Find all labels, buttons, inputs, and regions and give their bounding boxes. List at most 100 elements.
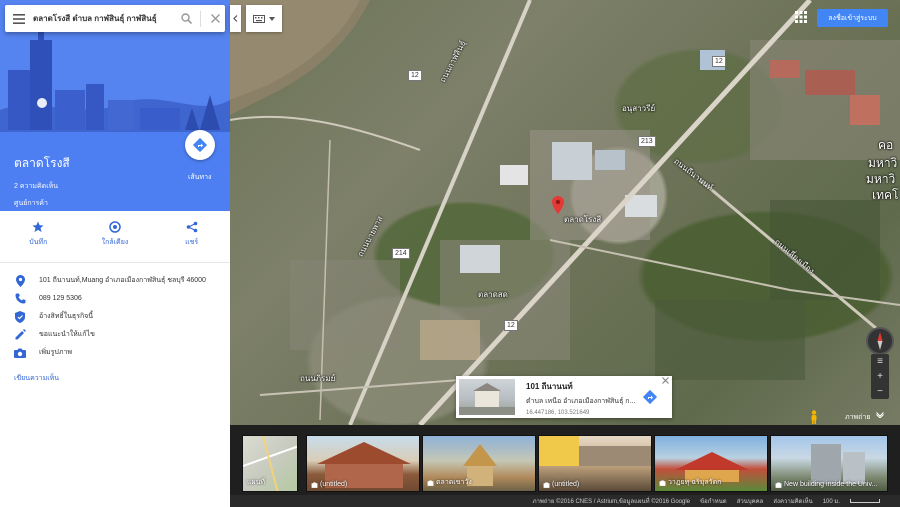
- camera-icon: [543, 481, 550, 488]
- clear-search-button[interactable]: [205, 14, 225, 23]
- map-pin[interactable]: [552, 196, 564, 219]
- satellite-map[interactable]: ถนนกาฬสินธุ์ ถนนบายพาส อนุสาวรีย์ ตลาดสด…: [230, 0, 900, 425]
- filmstrip-item[interactable]: แผนที่: [242, 435, 298, 492]
- filmstrip-item[interactable]: วาฏยทุ ฉริมุลวัดก: [654, 435, 768, 492]
- expand-filmstrip-button[interactable]: [876, 411, 884, 420]
- pencil-icon: [14, 329, 26, 341]
- address-row[interactable]: 101 ถีนานนท์,Muang อำเภอเมืองกาฬสินธุ์ ช…: [0, 272, 230, 289]
- share-icon: [186, 221, 197, 233]
- streetview-image: [459, 383, 515, 415]
- filmstrip-caption: ตลาดเขาวัง: [427, 477, 472, 488]
- filmstrip-item[interactable]: (untitled): [306, 435, 420, 492]
- tilt-button[interactable]: ≡: [871, 354, 889, 369]
- write-review-link[interactable]: เขียนความเห็น: [0, 373, 230, 384]
- search-icon: [180, 13, 192, 24]
- filmstrip-caption: แผนที่: [247, 479, 266, 486]
- claim-business-text: อ้างสิทธิ์ในธุรกิจนี้: [39, 313, 94, 320]
- suggest-edit-text: ขอแนะนำให้แก้ไข: [39, 331, 95, 338]
- sign-in-button[interactable]: ลงชื่อเข้าสู่ระบบ: [817, 9, 888, 27]
- map-edge-label: คอ: [878, 138, 894, 152]
- filmstrip-caption-text: วาฏยทุ ฉริมุลวัดก: [668, 479, 722, 486]
- apps-grid-icon: [795, 11, 807, 23]
- map-road-label: ถนนภิรมย์: [300, 374, 336, 383]
- close-icon: [662, 377, 669, 384]
- nearby-label: ใกล้เคียง: [101, 239, 129, 246]
- location-pin-icon: [552, 196, 564, 214]
- filmstrip-caption: (untitled): [543, 481, 579, 488]
- phone-row[interactable]: 089 129 5306: [0, 290, 230, 307]
- menu-button[interactable]: [5, 13, 33, 24]
- scale-bar: [850, 499, 880, 503]
- place-info: 101 ถีนานนท์,Muang อำเภอเมืองกาฬสินธุ์ ช…: [0, 263, 230, 384]
- layers-button[interactable]: [246, 5, 282, 32]
- camera-icon: [659, 479, 666, 486]
- address-text: 101 ถีนานนท์,Muang อำเภอเมืองกาฬสินธุ์ ช…: [39, 277, 206, 284]
- shield-icon: [14, 310, 26, 323]
- place-category: ศูนย์การค้า: [14, 200, 48, 207]
- zoom-controls: ≡ + −: [871, 354, 889, 399]
- nearby-button[interactable]: ใกล้เคียง: [85, 221, 145, 262]
- camera-icon: [311, 481, 318, 488]
- filmstrip-caption: New building inside the Univ...: [775, 481, 877, 488]
- claim-business-row[interactable]: อ้างสิทธิ์ในธุรกิจนี้: [0, 308, 230, 325]
- directions-button[interactable]: [185, 130, 215, 160]
- terms-link[interactable]: ข้อกำหนด: [700, 496, 727, 506]
- filmstrip-caption-text: (untitled): [320, 481, 348, 488]
- suggest-edit-row[interactable]: ขอแนะนำให้แก้ไข: [0, 326, 230, 343]
- filmstrip-caption: (untitled): [311, 481, 347, 488]
- filmstrip-item[interactable]: (untitled): [538, 435, 652, 492]
- scale-label[interactable]: 100 ม.: [823, 496, 840, 506]
- feedback-link[interactable]: ส่งความคิดเห็น: [773, 496, 812, 506]
- place-card-coords: 16.447186, 103.521649: [526, 410, 590, 416]
- filmstrip-caption: วาฏยทุ ฉริมุลวัดก: [659, 477, 721, 488]
- directions-icon: [642, 389, 658, 405]
- map-poi-label: อนุสาวรีย์: [622, 104, 656, 113]
- search-divider: [200, 10, 201, 27]
- map-pin-label: ตลาดโรงสี: [564, 215, 602, 224]
- map-poi-label: ตลาดสด: [478, 290, 508, 299]
- route-shield: 213: [638, 136, 656, 147]
- hamburger-icon: [13, 13, 25, 24]
- keyboard-icon: [253, 14, 265, 23]
- privacy-link[interactable]: ส่วนบุคคล: [737, 496, 764, 506]
- search-box: ตลาดโรงสี ตำบล กาฬสินธุ์ กาฬสินธุ์: [5, 5, 225, 32]
- imagery-label[interactable]: ภาพถ่าย: [845, 412, 870, 423]
- phone-icon: [14, 293, 26, 305]
- filmstrip-item[interactable]: New building inside the Univ...: [770, 435, 888, 492]
- phone-text: 089 129 5306: [39, 295, 82, 302]
- route-shield: 214: [392, 248, 410, 259]
- camera-icon: [427, 479, 434, 486]
- close-icon: [210, 14, 220, 23]
- filmstrip-caption-text: New building inside the Univ...: [784, 481, 878, 488]
- nearby-icon: [109, 221, 121, 233]
- filmstrip-caption-text: (untitled): [552, 481, 580, 488]
- streetview-thumbnail[interactable]: [459, 379, 515, 415]
- compass-button[interactable]: [866, 327, 894, 355]
- search-input[interactable]: ตลาดโรงสี ตำบล กาฬสินธุ์ กาฬสินธุ์: [33, 12, 176, 25]
- place-card-directions-button[interactable]: [642, 389, 658, 410]
- zoom-in-button[interactable]: +: [871, 369, 889, 384]
- imagery-attribution: ภาพถ่าย ©2016 CNES / Astrium,ข้อมูลแผนที…: [532, 499, 691, 505]
- map-edge-label: เทคโ: [872, 188, 899, 202]
- route-shield: 12: [408, 70, 422, 81]
- zoom-out-button[interactable]: −: [871, 384, 889, 399]
- search-button[interactable]: [176, 13, 196, 24]
- apps-button[interactable]: [795, 10, 807, 28]
- directions-icon: [192, 137, 208, 153]
- collapse-panel-button[interactable]: [230, 5, 241, 32]
- camera-icon: [775, 481, 782, 488]
- route-shield: 12: [712, 56, 726, 67]
- place-actions: บันทึก ใกล้เคียง แชร์: [0, 211, 230, 263]
- pegman-icon: [811, 410, 817, 424]
- filmstrip-caption-text: ตลาดเขาวัง: [436, 479, 472, 486]
- filmstrip-item[interactable]: ตลาดเขาวัง: [422, 435, 536, 492]
- chevron-down-icon: [876, 412, 884, 419]
- share-button[interactable]: แชร์: [162, 221, 222, 262]
- star-icon: [32, 221, 44, 232]
- add-photo-text: เพิ่มรูปภาพ: [39, 349, 72, 356]
- save-button[interactable]: บันทึก: [8, 221, 68, 262]
- close-place-card-button[interactable]: [662, 377, 669, 386]
- chevron-left-icon: [233, 15, 238, 22]
- add-photo-row[interactable]: เพิ่มรูปภาพ: [0, 344, 230, 361]
- dropped-pin-card[interactable]: 101 ถีนานนท์ ตำบล เหนือ อำเภอเมืองกาฬสิน…: [456, 376, 672, 418]
